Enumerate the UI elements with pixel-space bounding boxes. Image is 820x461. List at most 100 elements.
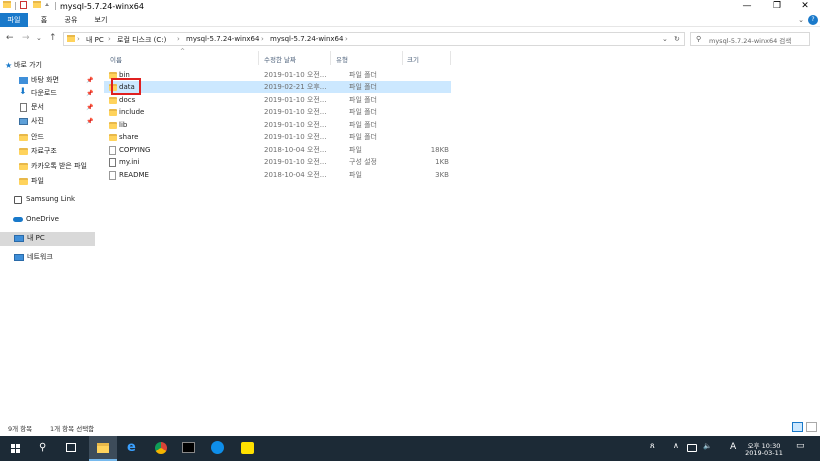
sidebar-label: 내 PC [27,234,45,242]
file-size: 3KB [435,171,449,179]
sidebar-item-samsung-link[interactable]: Samsung Link [0,193,95,206]
properties-icon[interactable] [20,1,27,11]
ime-indicator[interactable]: A [730,442,736,452]
tab-share[interactable]: 공유 [60,14,82,27]
back-button[interactable]: ← [6,33,14,43]
notification-icon[interactable]: ▭ [796,441,805,451]
file-name: docs [119,96,136,104]
chrome-icon [155,442,167,454]
sidebar-item-quick-access[interactable]: ★ 바로 가기 [0,59,95,72]
sidebar-item-data-structures[interactable]: 자료구조 [0,145,95,158]
sidebar-label: 안드 [31,133,44,141]
pin-icon[interactable]: 📌 [86,101,93,114]
help-icon[interactable]: ? [808,15,818,25]
ribbon-expand-icon[interactable]: ⌄ [796,14,806,27]
file-row-data[interactable]: data 2019-02-21 오후... 파일 폴더 [104,81,451,93]
breadcrumb-local-disk[interactable]: 로컬 디스크 (C:) [117,35,166,45]
file-row-my-ini[interactable]: my.ini 2019-01-10 오전... 구성 설정 1KB [106,156,451,168]
large-icons-view-icon[interactable] [806,422,817,432]
minimize-button[interactable]: — [732,0,762,13]
pin-icon[interactable]: 📌 [86,74,93,87]
chevron-up-icon[interactable]: ∧ [673,441,679,450]
taskbar-teamviewer[interactable] [204,436,232,461]
volume-icon[interactable]: 🔈 [703,442,712,450]
sidebar-item-this-pc[interactable]: 내 PC [0,232,95,246]
close-button[interactable]: ✕ [790,0,820,13]
taskbar-kakaotalk[interactable] [234,436,262,461]
sidebar-item-kakaotalk-files[interactable]: 카카오톡 받은 파일 [0,160,95,173]
file-row-docs[interactable]: docs 2019-01-10 오전... 파일 폴더 [106,94,451,106]
taskbar-edge[interactable]: e [119,436,147,461]
column-header-size[interactable]: 크기 [407,54,419,64]
taskbar-file-explorer[interactable] [89,436,117,461]
people-icon[interactable]: ጸ [650,441,655,451]
address-bar[interactable]: › 내 PC › 로컬 디스크 (C:) › mysql-5.7.24-winx… [63,32,685,46]
search-input[interactable]: mysql-5.7.24-winx64 검색 [709,35,791,45]
file-type: 파일 [349,171,362,179]
file-row-share[interactable]: share 2019-01-10 오전... 파일 폴더 [106,131,451,143]
sidebar-label: 바탕 화면 [31,76,59,84]
samsung-link-icon [14,196,22,204]
breadcrumb-mysql-root[interactable]: mysql-5.7.24-winx64 [186,35,259,43]
column-divider[interactable] [258,51,259,65]
sidebar-item-documents[interactable]: 문서 📌 [0,101,95,114]
folder-icon [109,97,117,104]
pin-icon[interactable]: 📌 [86,115,93,128]
sidebar-label: Samsung Link [26,195,76,203]
recent-locations-button[interactable]: ⌄ [36,34,42,42]
network-icon[interactable] [687,444,697,452]
file-row-copying[interactable]: COPYING 2018-10-04 오전... 파일 18KB [106,144,451,156]
sidebar-item-andeu[interactable]: 안드 [0,131,95,144]
breadcrumb-mysql-current[interactable]: mysql-5.7.24-winx64 [270,35,343,43]
start-button[interactable] [2,436,30,461]
network-icon [14,254,24,261]
sidebar-item-network[interactable]: 네트워크 [0,251,95,264]
up-button[interactable]: ↑ [49,33,57,43]
tab-view[interactable]: 보기 [90,14,112,27]
file-row-lib[interactable]: lib 2019-01-10 오전... 파일 폴더 [106,119,451,131]
sidebar-item-desktop[interactable]: 바탕 화면 📌 [0,74,95,87]
windows-logo-icon [11,449,15,453]
details-view-icon[interactable] [792,422,803,432]
taskbar-terminal[interactable] [175,436,203,461]
column-header-date[interactable]: 수정한 날짜 [264,54,296,64]
search-box[interactable]: ⚲ mysql-5.7.24-winx64 검색 [690,32,810,46]
computer-icon [14,235,24,242]
breadcrumb-separator: › [108,35,111,43]
column-header-type[interactable]: 유형 [336,54,348,64]
refresh-icon[interactable]: ↻ [674,35,680,43]
forward-button[interactable]: → [22,33,30,43]
file-date: 2019-01-10 오전... [264,108,326,116]
column-header-name[interactable]: 이름 [110,54,122,64]
file-row-include[interactable]: include 2019-01-10 오전... 파일 폴더 [106,106,451,118]
file-row-readme[interactable]: README 2018-10-04 오전... 파일 3KB [106,169,451,181]
sidebar-item-pictures[interactable]: 사진 📌 [0,115,95,128]
file-type: 파일 폴더 [349,96,377,104]
folder-icon [19,148,28,155]
tab-file[interactable]: 파일 [0,13,28,27]
taskbar-chrome[interactable] [147,436,175,461]
sidebar-item-downloads[interactable]: ⬇ 다운로드 📌 [0,87,95,100]
column-divider[interactable] [402,51,403,65]
clock-date[interactable]: 2019-03-11 [744,449,784,457]
settings-file-icon [109,158,116,167]
sidebar-label: 파일 [31,177,44,185]
tab-home[interactable]: 홈 [36,14,52,27]
windows-logo-icon [16,444,20,448]
new-folder-icon[interactable] [33,1,41,10]
windows-logo-icon [11,444,15,448]
maximize-button[interactable]: ❐ [762,0,792,13]
sidebar-item-onedrive[interactable]: OneDrive [0,213,95,226]
navigation-pane: ★ 바로 가기 바탕 화면 📌 ⬇ 다운로드 📌 문서 📌 사진 📌 안드 자료… [0,55,95,415]
breadcrumb-this-pc[interactable]: 내 PC [86,35,104,45]
pin-icon[interactable]: 📌 [86,87,93,100]
column-divider[interactable] [330,51,331,65]
task-view-button[interactable] [58,436,86,461]
file-date: 2019-01-10 오전... [264,71,326,79]
address-dropdown-icon[interactable]: ⌄ [662,35,668,43]
qa-dropdown-icon[interactable]: ⩡ [45,1,49,10]
sidebar-item-files[interactable]: 파일 [0,175,95,188]
search-button[interactable]: ⚲ [30,436,58,461]
column-divider[interactable] [450,51,451,65]
file-row-bin[interactable]: bin 2019-01-10 오전... 파일 폴더 [106,69,451,81]
